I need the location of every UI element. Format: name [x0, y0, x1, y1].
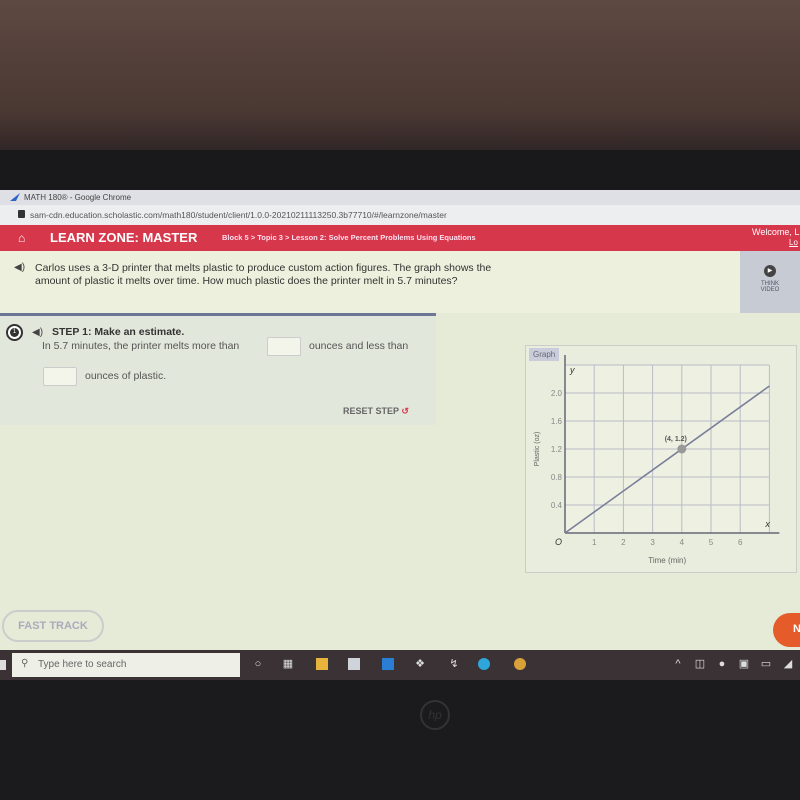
next-button[interactable]: N	[773, 613, 800, 647]
search-placeholder: Type here to search	[38, 659, 127, 670]
y-tick-label: 0.8	[551, 473, 563, 482]
x-tick-label: 4	[680, 538, 685, 547]
origin-label: O	[555, 537, 562, 547]
chrome-icon[interactable]	[514, 658, 526, 670]
windows-start-icon[interactable]	[0, 660, 6, 670]
y-tick-label: 0.4	[551, 501, 563, 510]
task-view-icon[interactable]: ▦	[282, 658, 294, 670]
data-point	[677, 444, 687, 454]
fast-track-button[interactable]: FAST TRACK	[2, 610, 104, 642]
y-tick-label: 2.0	[551, 389, 563, 398]
y-axis-label: Plastic (oz)	[534, 432, 541, 467]
network-icon[interactable]: ◫	[694, 658, 706, 670]
x-axis-label: Time (min)	[648, 556, 686, 565]
x-tick-label: 2	[621, 538, 626, 547]
x-axis-symbol: x	[764, 519, 770, 529]
line-chart: x y O 1 2 3 4 5 6 0.4 0.8 1.2 1.6 2.0 Time (min) Plasti…	[534, 355, 780, 565]
y-axis-symbol: y	[569, 365, 575, 375]
x-tick-label: 6	[738, 538, 743, 547]
search-icon: ⚲	[21, 658, 29, 669]
mail-icon[interactable]	[382, 658, 394, 670]
x-tick-label: 5	[709, 538, 714, 547]
background-wall	[0, 0, 800, 160]
notification-icon[interactable]: ●	[716, 658, 728, 670]
point-label: (4, 1.2)	[665, 436, 687, 443]
battery-icon[interactable]: ▭	[760, 658, 772, 670]
y-tick-label: 1.2	[551, 445, 563, 454]
cortana-icon[interactable]: ○	[252, 658, 264, 670]
hp-logo: hp	[420, 700, 450, 730]
edge-icon[interactable]	[478, 658, 490, 670]
laptop-bezel	[0, 150, 800, 192]
taskbar-search[interactable]: ⚲ Type here to search	[12, 653, 240, 677]
x-tick-label: 3	[650, 538, 655, 547]
store-icon[interactable]	[348, 658, 360, 670]
app-bolt-icon[interactable]: ↯	[448, 658, 460, 670]
y-tick-label: 1.6	[551, 417, 563, 426]
dropbox-icon[interactable]: ❖	[414, 658, 426, 670]
security-icon[interactable]: ▣	[738, 658, 750, 670]
taskbar: ⚲ Type here to search ○ ▦ ❖ ↯ ^ ◫ ● ▣ ▭ …	[0, 650, 800, 680]
wifi-icon[interactable]: ◢	[782, 658, 794, 670]
screen: MATH 180® - Google Chrome sam-cdn.educat…	[0, 190, 800, 680]
file-explorer-icon[interactable]	[316, 658, 328, 670]
chevron-up-icon[interactable]: ^	[672, 658, 684, 670]
x-tick-label: 1	[592, 538, 597, 547]
